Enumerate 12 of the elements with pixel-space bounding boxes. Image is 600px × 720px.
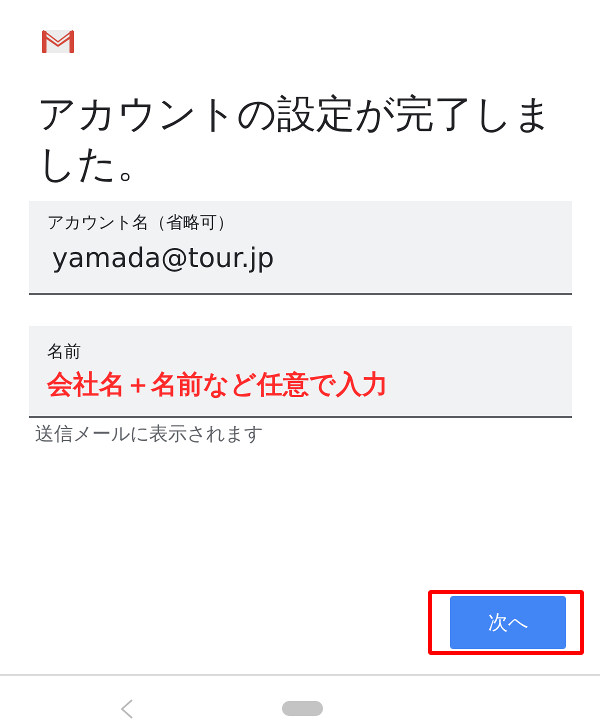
- mail-logo-icon: [42, 30, 74, 53]
- field-label: 名前: [47, 341, 82, 363]
- home-pill-icon[interactable]: [282, 701, 323, 716]
- text-field[interactable]: アカウント名（省略可） yamada@tour.jp: [29, 201, 572, 295]
- next-button[interactable]: 次へ: [450, 596, 566, 649]
- annotation-text: 会社名＋名前など任意で入力: [47, 369, 389, 402]
- page-title: アカウントの設定が完了しました。: [37, 91, 554, 189]
- field-label: アカウント名（省略可）: [47, 212, 235, 234]
- back-icon[interactable]: [120, 699, 133, 719]
- text-field[interactable]: 名前 会社名＋名前など任意で入力: [29, 326, 572, 418]
- field-value: yamada@tour.jp: [51, 242, 276, 276]
- helper-text: 送信メールに表示されます: [35, 422, 264, 447]
